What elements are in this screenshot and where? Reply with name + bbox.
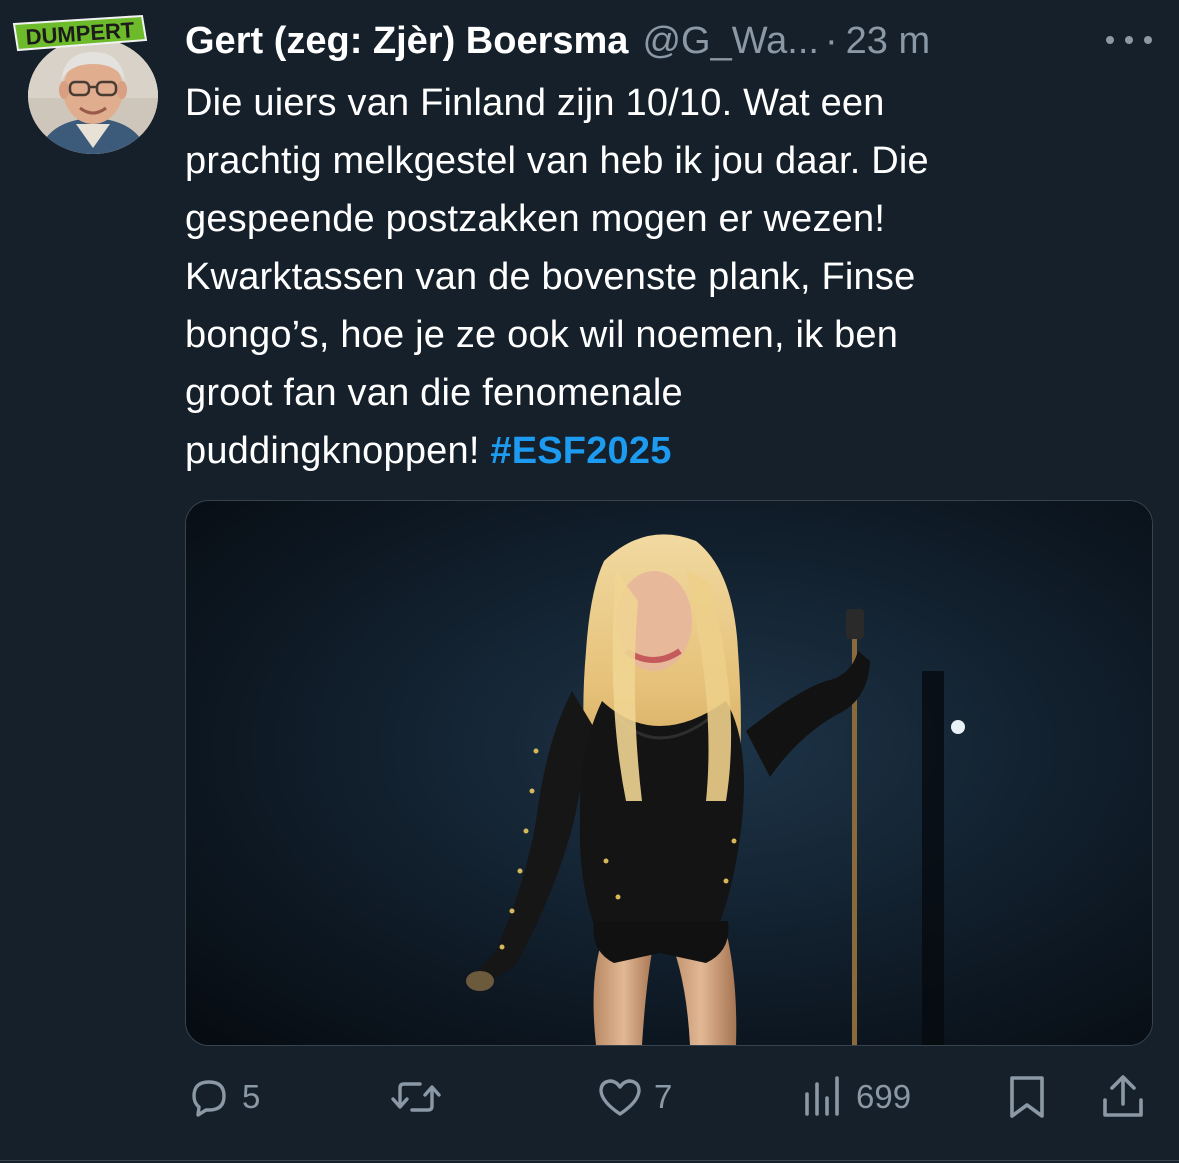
tweet-text-last-line: puddingknoppen! #ESF2025 <box>185 422 1145 480</box>
views-count: 699 <box>856 1078 912 1115</box>
dumpert-watermark-logo: DUMPERT <box>12 14 148 52</box>
reply-count: 5 <box>242 1078 261 1115</box>
tweet-text-line: gespeende postzakken mogen er wezen! <box>185 198 886 240</box>
tweet-header: Gert (zeg: Zjèr) Boersma @G_Wa... · 23 m <box>185 18 930 64</box>
views-icon <box>805 1076 839 1116</box>
more-options-button[interactable] <box>1100 22 1160 58</box>
reply-button[interactable]: 5 <box>186 1066 260 1128</box>
bottom-divider <box>0 1160 1179 1161</box>
tweet-card[interactable]: DUMPERT Gert (zeg: Zjèr) Boersma @G_Wa..… <box>0 0 1179 1163</box>
share-button[interactable] <box>1100 1066 1146 1128</box>
author-display-name[interactable]: Gert (zeg: Zjèr) Boersma <box>185 20 628 63</box>
avatar-image <box>28 38 158 154</box>
more-icon <box>1106 36 1152 44</box>
like-count: 7 <box>654 1078 673 1115</box>
tweet-media-photo[interactable] <box>185 500 1153 1046</box>
tweet-text-line: bongo’s, hoe je ze ook wil noemen, ik be… <box>185 314 899 356</box>
reply-icon <box>192 1080 226 1117</box>
tweet-text-line: Kwarktassen van de bovenste plank, Finse <box>185 256 916 298</box>
tweet-text-line: prachtig melkgestel van heb ik jou daar.… <box>185 140 929 182</box>
performer-photo <box>186 501 1152 1045</box>
bookmark-icon <box>1010 1076 1044 1118</box>
tweet-text-line: groot fan van die fenomenale <box>185 372 683 414</box>
bookmark-button[interactable] <box>1006 1066 1048 1128</box>
tweet-text: Die uiers van Finland zijn 10/10. Wat ee… <box>185 74 1145 480</box>
share-icon <box>1103 1075 1143 1117</box>
like-button[interactable]: 7 <box>596 1066 672 1128</box>
hashtag-link[interactable]: #ESF2025 <box>490 430 671 472</box>
author-handle[interactable]: @G_Wa... <box>642 20 819 63</box>
retweet-button[interactable] <box>390 1066 452 1128</box>
tweet-text-line: Die uiers van Finland zijn 10/10. Wat ee… <box>185 82 885 124</box>
avatar[interactable] <box>28 38 158 154</box>
like-icon <box>599 1079 641 1116</box>
retweet-icon <box>391 1082 441 1112</box>
tweet-text-line: puddingknoppen! <box>185 430 480 472</box>
views-button[interactable]: 699 <box>800 1066 911 1128</box>
tweet-timestamp[interactable]: 23 m <box>846 20 930 63</box>
header-separator: · <box>824 19 838 62</box>
tweet-action-bar: 5 7 699 <box>0 1066 1179 1128</box>
